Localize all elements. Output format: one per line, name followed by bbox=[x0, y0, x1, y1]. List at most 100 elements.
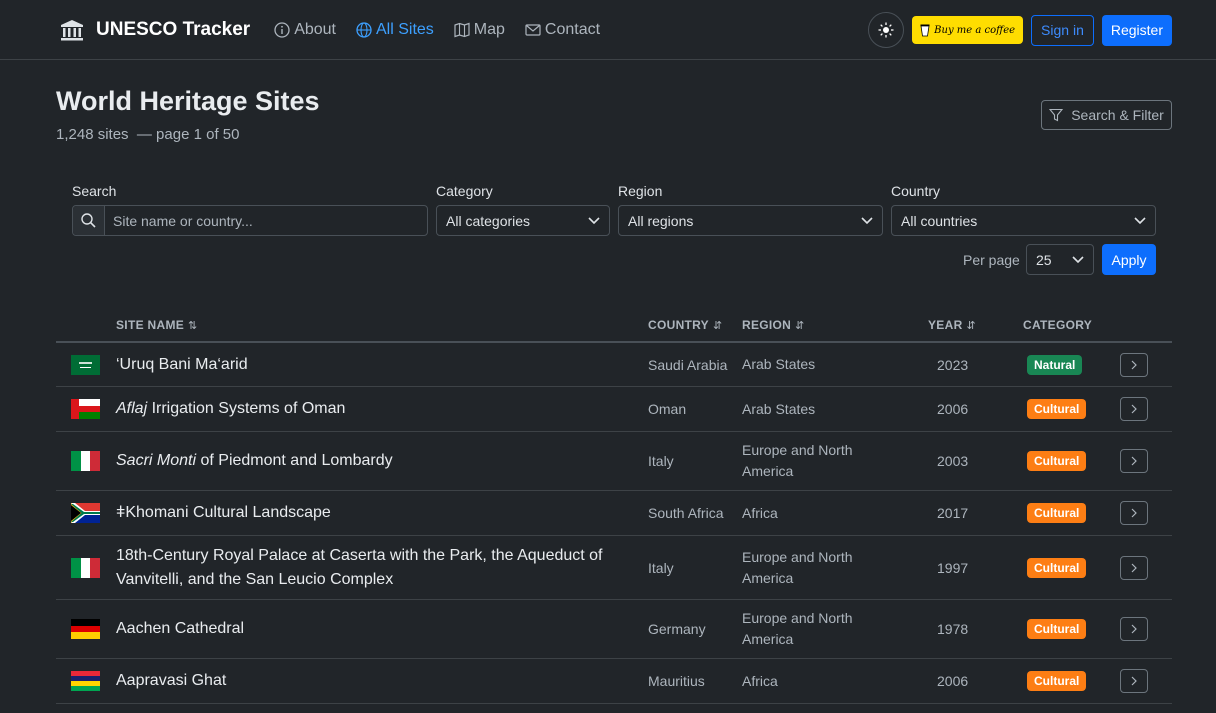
view-site-button[interactable] bbox=[1120, 449, 1148, 473]
page-subtitle: 1,248 sites — page 1 of 50 bbox=[56, 126, 240, 143]
year-header: YEAR bbox=[928, 318, 963, 332]
site-year: 2003 bbox=[937, 453, 969, 469]
site-name[interactable]: Aapravasi Ghat bbox=[116, 659, 636, 703]
category-badge: Cultural bbox=[1027, 557, 1087, 578]
site-name-text: Aachen Cathedral bbox=[116, 620, 245, 637]
site-name-text: 18th-Century Royal Palace at Caserta wit… bbox=[116, 546, 603, 588]
site-name-text: Aapravasi Ghat bbox=[116, 672, 227, 689]
country-select[interactable]: All countries bbox=[891, 205, 1156, 236]
saudi-arabia-flag-icon bbox=[71, 354, 100, 375]
nav-about[interactable]: About bbox=[274, 21, 336, 39]
table-row[interactable]: Sacri Monti of Piedmont and Lombardy Ita… bbox=[56, 432, 1172, 491]
category-select[interactable]: All categories bbox=[436, 205, 610, 236]
navbar: UNESCO Tracker About All Sites Map Conta… bbox=[0, 0, 1216, 60]
site-region: Africa bbox=[742, 504, 778, 521]
search-input[interactable]: Site name or country... bbox=[72, 205, 428, 236]
coffee-cup-icon bbox=[920, 24, 930, 37]
per-page-label: Per page bbox=[963, 252, 1020, 268]
sort-site-name[interactable]: SITE NAME ⇅ bbox=[116, 318, 198, 332]
table-header: SITE NAME ⇅ COUNTRY ⇵ REGION ⇵ YEAR ⇵ CATEGO… bbox=[56, 308, 1172, 343]
region-select[interactable]: All regions bbox=[618, 205, 883, 236]
nav-all-sites-label: All Sites bbox=[376, 21, 434, 38]
coffee-label: Buy me a coffee bbox=[934, 24, 1016, 36]
site-name-text: ǂKhomani Cultural Landscape bbox=[116, 504, 331, 521]
category-header: CATEGORY bbox=[1023, 318, 1093, 332]
italy-flag-icon bbox=[71, 451, 100, 471]
brand-name: UNESCO Tracker bbox=[96, 19, 251, 40]
site-name-text: Irrigation Systems of Oman bbox=[147, 400, 346, 417]
sort-region[interactable]: REGION ⇵ bbox=[742, 318, 805, 332]
site-name-italic: Aflaj bbox=[116, 400, 148, 417]
chevron-right-icon bbox=[1131, 456, 1137, 466]
search-label: Search bbox=[72, 183, 117, 199]
per-page-select[interactable]: 25 bbox=[1026, 244, 1094, 275]
register-button[interactable]: Register bbox=[1101, 14, 1172, 46]
site-country: Italy bbox=[648, 453, 674, 469]
table-row[interactable]: Aachen Cathedral Germany Europe and Nort… bbox=[56, 600, 1172, 659]
sort-country[interactable]: COUNTRY ⇵ bbox=[648, 318, 723, 332]
table-row[interactable]: 18th-Century Royal Palace at Caserta wit… bbox=[56, 536, 1172, 600]
view-site-button[interactable] bbox=[1120, 617, 1148, 641]
site-year: 2023 bbox=[937, 356, 969, 373]
category-value: All categories bbox=[446, 212, 531, 229]
site-region: Europe and North America bbox=[742, 610, 853, 647]
site-name[interactable]: 18th-Century Royal Palace at Caserta wit… bbox=[116, 536, 636, 599]
site-country: South Africa bbox=[648, 505, 724, 521]
site-country: Mauritius bbox=[648, 673, 705, 689]
nav-about-label: About bbox=[294, 21, 336, 38]
site-name[interactable]: Aflaj Irrigation Systems of Oman bbox=[116, 387, 636, 431]
sort-icon: ⇵ bbox=[795, 319, 805, 332]
chevron-down-icon bbox=[1134, 216, 1146, 224]
category-badge: Cultural bbox=[1027, 503, 1087, 523]
sort-icon: ⇵ bbox=[713, 319, 723, 332]
site-country: Oman bbox=[648, 401, 687, 417]
view-site-button[interactable] bbox=[1120, 669, 1148, 693]
chevron-right-icon bbox=[1131, 563, 1137, 572]
nav-map-label: Map bbox=[473, 21, 505, 38]
brand-link[interactable]: UNESCO Tracker bbox=[60, 19, 250, 41]
category-badge: Natural bbox=[1027, 354, 1083, 375]
nav-all-sites[interactable]: All Sites bbox=[356, 21, 434, 39]
theme-toggle-button[interactable] bbox=[868, 12, 905, 48]
view-site-button[interactable] bbox=[1120, 397, 1148, 421]
sites-table: SITE NAME ⇅ COUNTRY ⇵ REGION ⇵ YEAR ⇵ CATEGO… bbox=[56, 308, 1172, 704]
chevron-right-icon bbox=[1131, 508, 1137, 518]
search-placeholder: Site name or country... bbox=[113, 212, 253, 229]
sort-year[interactable]: YEAR ⇵ bbox=[928, 318, 976, 332]
category-badge: Cultural bbox=[1027, 619, 1087, 639]
view-site-button[interactable] bbox=[1120, 555, 1148, 580]
sign-in-button[interactable]: Sign in bbox=[1031, 14, 1094, 46]
nav-map[interactable]: Map bbox=[454, 21, 505, 39]
category-badge: Cultural bbox=[1027, 671, 1087, 691]
site-region: Arab States bbox=[742, 400, 816, 417]
site-year: 2006 bbox=[937, 401, 969, 417]
mauritius-flag-icon bbox=[71, 671, 100, 691]
site-name-header: SITE NAME bbox=[116, 318, 185, 332]
search-filter-toggle-button[interactable]: Search & Filter bbox=[1041, 100, 1172, 130]
sun-icon bbox=[878, 22, 894, 38]
country-header: COUNTRY bbox=[648, 318, 709, 332]
site-year: 1978 bbox=[937, 621, 969, 637]
site-name[interactable]: ǂKhomani Cultural Landscape bbox=[116, 491, 636, 535]
site-country: Italy bbox=[648, 559, 674, 576]
site-name-italic: Sacri Monti bbox=[116, 452, 197, 469]
buy-me-a-coffee-button[interactable]: Buy me a coffee bbox=[912, 16, 1024, 44]
table-row[interactable]: Aapravasi Ghat Mauritius Africa 2006 Cul… bbox=[56, 659, 1172, 704]
chevron-down-icon bbox=[588, 216, 600, 224]
site-year: 2017 bbox=[937, 505, 969, 521]
sort-icon: ⇵ bbox=[966, 319, 977, 332]
view-site-button[interactable] bbox=[1120, 352, 1148, 377]
apply-button[interactable]: Apply bbox=[1102, 244, 1156, 275]
table-row[interactable]: ‘Uruq Bani Ma‘arid Saudi Arabia Arab Sta… bbox=[56, 343, 1172, 387]
site-name[interactable]: Aachen Cathedral bbox=[116, 600, 636, 658]
table-row[interactable]: ǂKhomani Cultural Landscape South Africa… bbox=[56, 491, 1172, 536]
table-row[interactable]: Aflaj Irrigation Systems of Oman Oman Ar… bbox=[56, 387, 1172, 432]
italy-flag-icon bbox=[71, 557, 100, 578]
view-site-button[interactable] bbox=[1120, 501, 1148, 525]
site-name[interactable]: Sacri Monti of Piedmont and Lombardy bbox=[116, 432, 636, 490]
chevron-right-icon bbox=[1131, 360, 1137, 369]
nav-contact[interactable]: Contact bbox=[525, 21, 600, 39]
region-header: REGION bbox=[742, 318, 792, 332]
site-name[interactable]: ‘Uruq Bani Ma‘arid bbox=[116, 343, 636, 386]
search-icon bbox=[81, 213, 96, 228]
